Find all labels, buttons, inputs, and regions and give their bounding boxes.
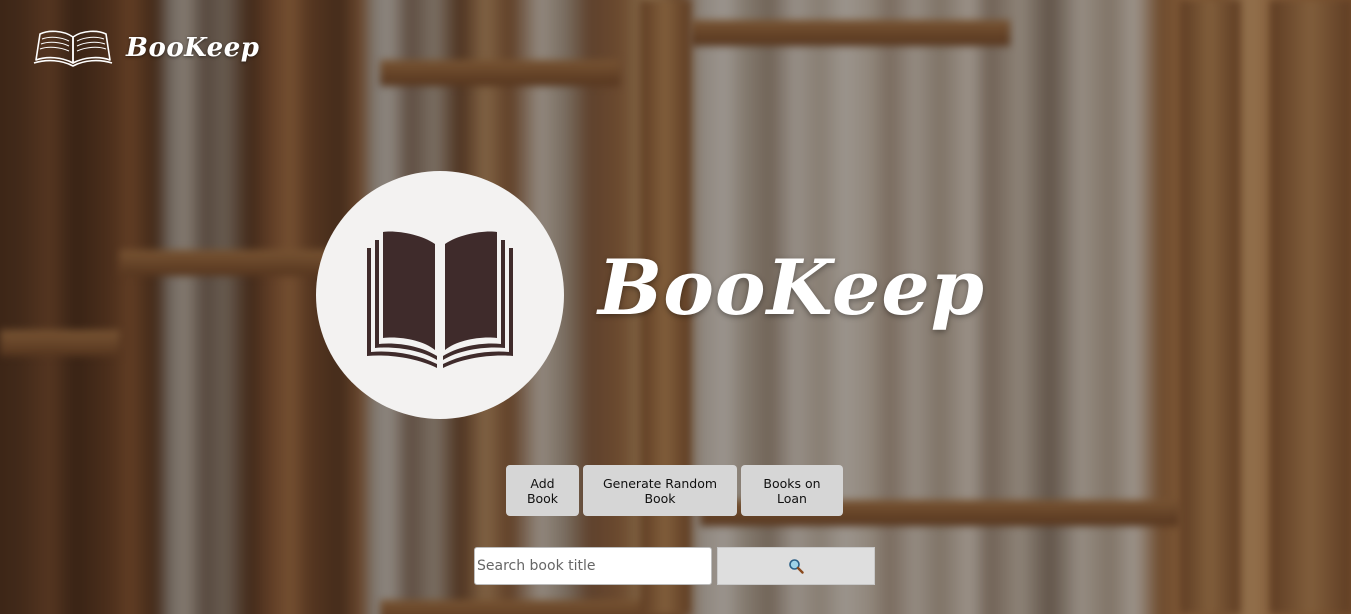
brand-name: BooKeep <box>126 33 260 63</box>
page: BooKeep BooKeep Add Book Generate Random… <box>0 0 1351 614</box>
hero-logo-circle <box>316 171 564 419</box>
books-on-loan-button[interactable]: Books on Loan <box>741 465 843 516</box>
add-book-button[interactable]: Add Book <box>506 465 579 516</box>
brand-link[interactable]: BooKeep <box>32 26 259 70</box>
search-input[interactable] <box>474 547 712 585</box>
generate-random-book-button[interactable]: Generate Random Book <box>583 465 737 516</box>
open-book-icon <box>32 27 114 69</box>
open-book-icon <box>355 218 525 372</box>
search-icon <box>788 558 804 574</box>
hero-title: BooKeep <box>598 243 985 332</box>
search-button[interactable] <box>717 547 875 585</box>
action-button-group: Add Book Generate Random Book Books on L… <box>506 465 843 516</box>
